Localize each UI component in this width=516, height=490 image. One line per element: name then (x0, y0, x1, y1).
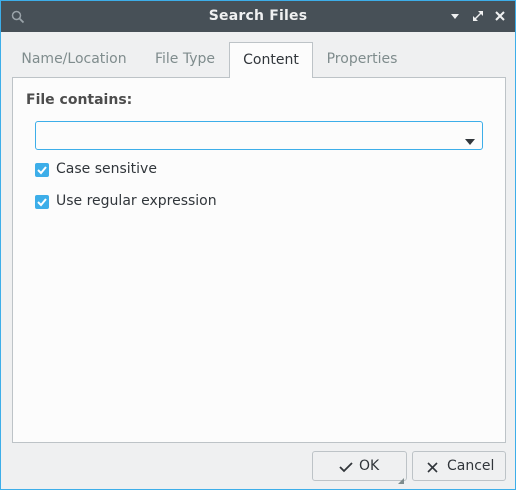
regex-label[interactable]: Use regular expression (56, 193, 217, 209)
resize-grip-icon (398, 472, 404, 484)
checkbox-checked-icon[interactable] (35, 195, 49, 209)
file-contains-combobox[interactable] (35, 121, 483, 150)
cancel-button[interactable]: Cancel (412, 451, 506, 481)
window-title: Search Files (208, 8, 308, 24)
checkbox-checked-icon[interactable] (35, 163, 49, 177)
case-sensitive-checkbox[interactable]: Case sensitive (35, 161, 175, 180)
cancel-label: Cancel (447, 458, 495, 474)
ok-label: OK (359, 458, 380, 474)
content-panel: File contains: Case sensitive Use regula… (12, 77, 506, 443)
ok-button[interactable]: OK (312, 451, 407, 484)
search-files-dialog: Search Files Name/Location File Type Con… (0, 0, 516, 490)
tab-file-type[interactable]: File Type (142, 42, 228, 77)
tab-properties[interactable]: Properties (318, 42, 406, 77)
tab-content[interactable]: Content (229, 42, 313, 78)
close-icon[interactable] (493, 9, 507, 23)
tab-name-location[interactable]: Name/Location (15, 42, 133, 77)
file-contains-input[interactable] (40, 125, 460, 146)
chevron-down-icon[interactable] (465, 133, 475, 145)
regex-checkbox[interactable]: Use regular expression (35, 193, 235, 212)
tab-bar: Name/Location File Type Content Properti… (12, 42, 506, 78)
file-contains-label: File contains: (26, 92, 133, 108)
maximize-icon[interactable] (471, 9, 485, 23)
minimize-icon[interactable] (448, 9, 462, 23)
close-icon (427, 461, 438, 473)
checkmark-icon (339, 460, 353, 474)
case-sensitive-label[interactable]: Case sensitive (56, 161, 157, 177)
title-bar[interactable]: Search Files (1, 1, 515, 32)
